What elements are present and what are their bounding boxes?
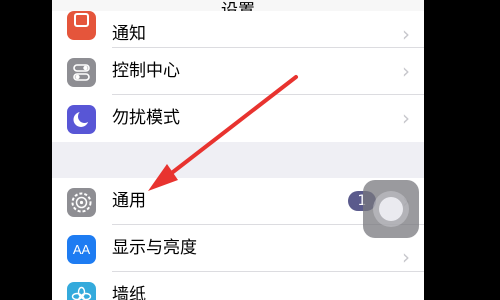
assistive-touch-button[interactable] [363,180,419,238]
chevron-right-icon: › [402,106,410,130]
settings-item-control-center[interactable]: 控制中心 › [52,48,424,95]
settings-item-label: 通用 [112,191,146,211]
moon-icon [67,105,96,134]
chevron-right-icon: › [402,22,410,46]
settings-item-label: 通知 [112,24,146,44]
settings-screen: 设置 通知 › 控制中心 › [52,0,424,300]
settings-item-label: 控制中心 [112,61,180,81]
settings-group-1: 通知 › 控制中心 › 勿扰模式 › [52,11,424,142]
chevron-right-icon: › [402,59,410,83]
assistive-touch-dot [379,197,403,221]
settings-item-label: 墙纸 [112,285,146,300]
settings-item-label: 勿扰模式 [112,108,180,128]
wallpaper-icon [67,282,96,300]
settings-item-label: 显示与亮度 [112,238,197,258]
settings-item-wallpaper[interactable]: 墙纸 [52,272,424,300]
gear-icon [67,188,96,217]
notifications-icon [67,11,96,40]
display-brightness-icon: AA [67,235,96,264]
assistive-touch-ring [373,191,409,227]
chevron-right-icon: › [402,245,410,269]
settings-item-notifications[interactable]: 通知 › [52,11,424,48]
icon-glyph-text: AA [72,242,91,257]
control-center-icon [67,58,96,87]
settings-item-do-not-disturb[interactable]: 勿扰模式 › [52,95,424,142]
